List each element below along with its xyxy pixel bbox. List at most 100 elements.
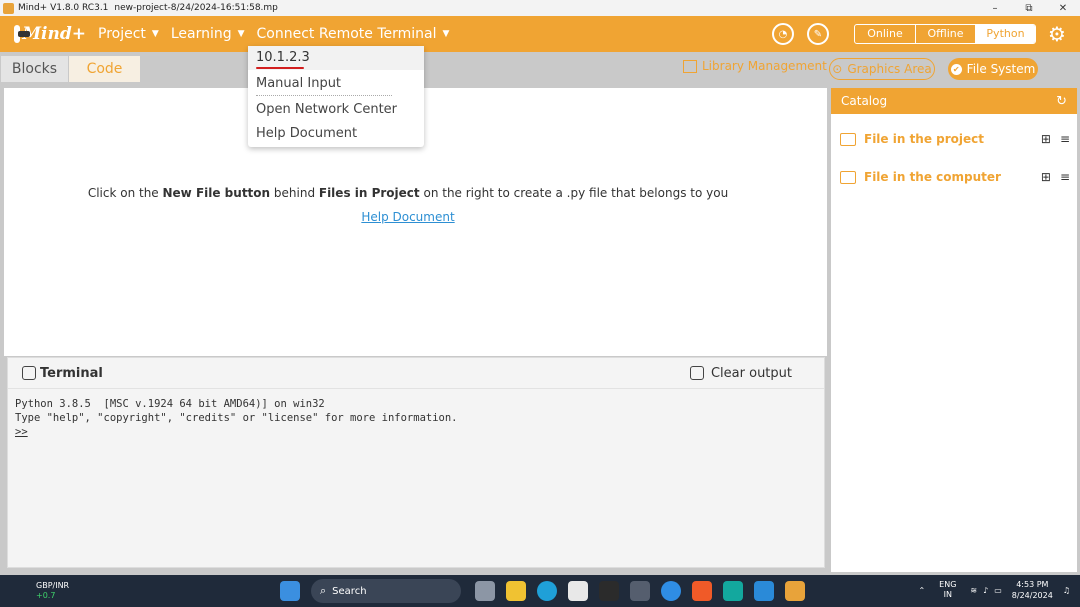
catalog-header: Catalog ↻ <box>831 88 1077 114</box>
app-icon <box>3 2 14 14</box>
dropdown-item-manual-input[interactable]: Manual Input <box>256 76 341 91</box>
refresh-icon[interactable]: ↻ <box>1056 94 1067 109</box>
mode-online[interactable]: Online <box>855 25 915 43</box>
window-titlebar: Mind+ V1.8.0 RC3.1 new-project-8/24/2024… <box>0 0 1080 16</box>
ticker-change: +0.7 <box>36 591 56 600</box>
mode-python[interactable]: Python <box>975 25 1035 43</box>
mindplus-taskbar-icon[interactable] <box>785 581 805 601</box>
language-indicator[interactable]: ENG IN <box>939 580 956 600</box>
system-clock[interactable]: 4:53 PM 8/24/2024 <box>1012 579 1053 601</box>
store-icon[interactable] <box>568 581 588 601</box>
menu-icon[interactable]: ≡ <box>1060 170 1070 184</box>
new-file-icon[interactable]: ⊞ <box>1041 132 1051 146</box>
library-label: Library Management <box>702 59 827 73</box>
new-file-icon[interactable]: ⊞ <box>1041 170 1051 184</box>
computer-icon <box>840 170 856 184</box>
window-filename: new-project-8/24/2024-16:51:58.mp <box>114 3 278 13</box>
toolbar: Blocks Code Library Management ⊙ Graphic… <box>0 52 1080 88</box>
catalog-item-computer[interactable]: File in the computer ⊞ ≡ <box>840 170 1070 184</box>
menu-project[interactable]: Project ▼ <box>98 26 159 42</box>
terminal-line: Type "help", "copyright", "credits" or "… <box>15 412 458 424</box>
terminal-title: Terminal <box>40 365 103 381</box>
graphics-label: Graphics Area <box>847 62 932 76</box>
dropdown-item-network-center[interactable]: Open Network Center <box>256 102 397 117</box>
window-title: Mind+ V1.8.0 RC3.1 <box>18 3 109 13</box>
clock-time: 4:53 PM <box>1016 580 1049 589</box>
mode-switch: Online Offline Python <box>854 24 1036 44</box>
windows-start-icon[interactable] <box>280 581 300 601</box>
search-label: Search <box>332 585 367 597</box>
docker-icon[interactable] <box>661 581 681 601</box>
arduino-icon[interactable] <box>723 581 743 601</box>
logo-text: Mind+ <box>22 24 86 44</box>
help-document-link[interactable]: Help Document <box>4 210 812 224</box>
library-management-button[interactable]: Library Management <box>683 59 827 73</box>
tab-blocks[interactable]: Blocks <box>1 56 68 82</box>
lang-secondary: IN <box>943 590 952 599</box>
widget-ticker[interactable]: GBP/INR +0.7 <box>36 581 69 601</box>
msg-text: Click on the <box>87 186 163 200</box>
chevron-up-icon[interactable]: ⌃ <box>918 586 925 595</box>
tab-code[interactable]: Code <box>69 56 140 82</box>
empty-editor-message: Click on the New File button behind File… <box>4 186 812 200</box>
target-icon: ⊙ <box>832 62 843 76</box>
catalog-item-label: File in the computer <box>864 170 1001 184</box>
graphics-area-button[interactable]: ⊙ Graphics Area <box>829 58 935 80</box>
terminal-icon <box>22 366 36 380</box>
file-system-button[interactable]: ✔ File System <box>948 58 1038 80</box>
menu-learning[interactable]: Learning ▼ <box>171 26 245 42</box>
catalog-item-label: File in the project <box>864 132 985 146</box>
edge-icon[interactable] <box>537 581 557 601</box>
app-header: Mind+ Project ▼ Learning ▼ Connect Remot… <box>0 16 1080 52</box>
menu-connect-remote-terminal[interactable]: Connect Remote Terminal ▼ <box>257 26 450 42</box>
connect-dropdown-menu: 10.1.2.3 Manual Input Open Network Cente… <box>248 46 424 147</box>
msg-bold-files-in-project: Files in Project <box>318 186 420 200</box>
wifi-icon[interactable]: ≋ <box>970 586 977 595</box>
msg-bold-new-file: New File button <box>162 186 271 200</box>
terminal-output[interactable]: Python 3.8.5 [MSC v.1924 64 bit AMD64)] … <box>8 389 824 447</box>
mode-offline[interactable]: Offline <box>915 25 975 43</box>
app-icon-dark[interactable] <box>599 581 619 601</box>
davinci-icon[interactable] <box>630 581 650 601</box>
taskbar-search[interactable]: ⌕ Search <box>311 579 461 603</box>
close-button[interactable]: ✕ <box>1046 3 1080 14</box>
msg-text: behind <box>270 186 319 200</box>
dropdown-item-help-document[interactable]: Help Document <box>256 126 357 141</box>
ticker-label: GBP/INR <box>36 581 70 590</box>
catalog-item-project[interactable]: File in the project ⊞ ≡ <box>840 132 1070 146</box>
broom-icon <box>689 366 704 380</box>
catalog-title: Catalog <box>841 94 888 108</box>
battery-icon[interactable]: ▭ <box>994 586 1002 595</box>
menu-icon[interactable]: ≡ <box>1060 132 1070 146</box>
gear-icon[interactable]: ⚙ <box>1046 23 1068 45</box>
terminal-header: Terminal Clear output <box>8 358 824 389</box>
msg-text: on the right to create a .py file that b… <box>419 186 729 200</box>
minimize-button[interactable]: – <box>978 3 1012 14</box>
lang-primary: ENG <box>939 580 957 589</box>
terminal-line: Python 3.8.5 [MSC v.1924 64 bit AMD64)] … <box>15 398 325 410</box>
library-icon <box>683 59 697 73</box>
volume-icon[interactable]: ♪ <box>983 586 988 595</box>
monitor-icon[interactable]: ◔ <box>772 23 794 45</box>
maximize-button[interactable]: ⧉ <box>1012 3 1046 14</box>
terminal-prompt[interactable]: >> <box>15 425 817 439</box>
clock-date: 8/24/2024 <box>1011 591 1053 600</box>
clear-output-button[interactable]: Clear output <box>689 365 792 381</box>
notification-bell-icon[interactable]: ♫ <box>1063 586 1070 595</box>
check-icon: ✔ <box>950 63 962 75</box>
edit-icon[interactable]: ✎ <box>807 23 829 45</box>
vscode-icon[interactable] <box>754 581 774 601</box>
file-system-label: File System <box>966 62 1036 76</box>
red-annotation-underline <box>256 67 304 69</box>
windows-taskbar: GBP/INR +0.7 ⌕ Search ⌃ ENG IN ≋ ♪ ▭ 4:5… <box>0 575 1080 607</box>
app-icon-orange[interactable] <box>692 581 712 601</box>
folder-icon <box>840 132 856 146</box>
file-explorer-icon[interactable] <box>506 581 526 601</box>
terminal-panel: Terminal Clear output Python 3.8.5 [MSC … <box>7 357 825 568</box>
menu-connect-label: Connect Remote Terminal <box>256 26 437 42</box>
clear-output-label: Clear output <box>710 365 792 381</box>
caret-down-icon: ▼ <box>151 29 159 39</box>
task-view-icon[interactable] <box>475 581 495 601</box>
caret-down-icon: ▼ <box>237 29 245 39</box>
menu-learning-label: Learning <box>170 26 232 42</box>
